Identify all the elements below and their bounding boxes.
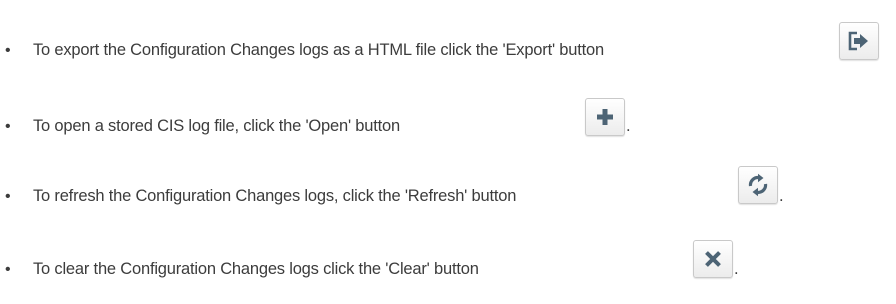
instruction-list: • To export the Configuration Changes lo… bbox=[0, 0, 896, 304]
open-button[interactable] bbox=[585, 98, 625, 136]
list-item-export: • To export the Configuration Changes lo… bbox=[0, 22, 896, 66]
clear-trailing-period: . bbox=[734, 260, 739, 278]
export-instruction-text: To export the Configuration Changes logs… bbox=[33, 41, 604, 59]
bullet: • bbox=[5, 261, 11, 278]
close-icon bbox=[705, 251, 721, 267]
list-item-refresh: • To refresh the Configuration Changes l… bbox=[0, 166, 896, 210]
export-icon bbox=[848, 31, 868, 51]
bullet: • bbox=[5, 188, 11, 205]
bullet: • bbox=[5, 42, 11, 59]
bullet: • bbox=[5, 118, 11, 135]
list-item-open: • To open a stored CIS log file, click t… bbox=[0, 98, 896, 142]
clear-button[interactable] bbox=[693, 240, 733, 278]
list-item-clear: • To clear the Configuration Changes log… bbox=[0, 240, 896, 284]
refresh-trailing-period: . bbox=[779, 187, 784, 205]
export-button[interactable] bbox=[839, 22, 879, 60]
refresh-icon bbox=[748, 173, 768, 197]
refresh-button[interactable] bbox=[738, 166, 778, 204]
plus-icon bbox=[597, 109, 613, 125]
refresh-instruction-text: To refresh the Configuration Changes log… bbox=[33, 187, 517, 205]
open-instruction-text: To open a stored CIS log file, click the… bbox=[33, 117, 400, 135]
clear-instruction-text: To clear the Configuration Changes logs … bbox=[33, 260, 479, 278]
open-trailing-period: . bbox=[626, 117, 631, 135]
